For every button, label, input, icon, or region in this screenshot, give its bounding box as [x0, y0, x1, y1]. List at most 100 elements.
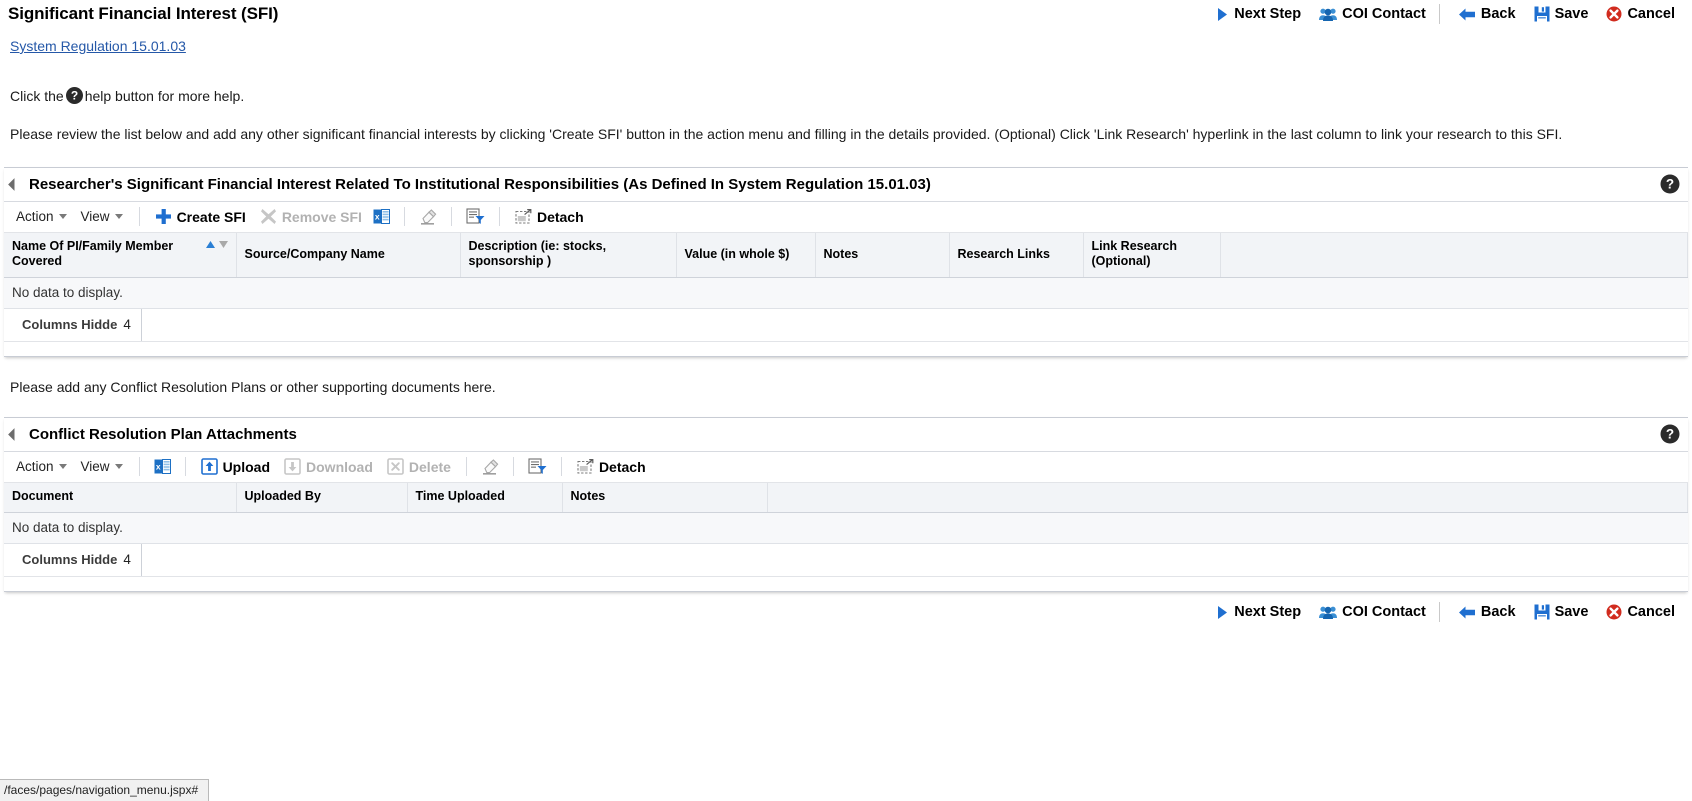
sfi-col-source[interactable]: Source/Company Name — [236, 233, 461, 278]
cancel-button[interactable]: Cancel — [1606, 6, 1684, 22]
attachments-clear-filter-button[interactable] — [475, 457, 505, 476]
detach-window-icon — [515, 208, 532, 225]
sfi-col-name[interactable]: Name Of PI/Family Member Covered — [4, 233, 237, 278]
sfi-columns-hidden-count: 4 — [123, 317, 131, 332]
attachments-collapse-toggle[interactable] — [8, 427, 21, 441]
detach-window-icon — [577, 458, 594, 475]
close-circle-x-icon — [1606, 604, 1622, 620]
next-step-button-bottom[interactable]: Next Step — [1216, 604, 1310, 620]
people-group-icon — [1319, 605, 1338, 620]
toolbar-divider — [403, 207, 405, 226]
bottom-action-bar: Next Step COI Contact Back Save Cancel — [0, 592, 1692, 622]
delete-x-box-icon — [387, 458, 404, 475]
attachments-panel-footer — [4, 577, 1688, 591]
export-to-excel-button[interactable]: x — [369, 207, 396, 226]
coi-contact-button[interactable]: COI Contact — [1319, 6, 1435, 22]
floppy-disk-save-icon — [1534, 6, 1550, 22]
help-prefix-text: Click the — [10, 87, 64, 104]
sfi-columns-hidden-label: Columns Hidde — [22, 317, 118, 332]
sort-controls[interactable] — [205, 239, 229, 249]
attachments-col-filler — [767, 483, 1688, 513]
save-button-bottom[interactable]: Save — [1534, 604, 1598, 620]
attachments-no-data-text: No data to display. — [4, 512, 1688, 544]
eraser-icon — [481, 458, 499, 475]
next-step-label-bottom: Next Step — [1234, 604, 1302, 620]
create-sfi-button[interactable]: Create SFI — [148, 207, 253, 226]
sfi-col-value[interactable]: Value (in whole $) — [676, 233, 816, 278]
attachments-columns-hidden-count: 4 — [123, 552, 131, 567]
sfi-table-header-row: Name Of PI/Family Member Covered Source/… — [4, 233, 1688, 278]
cancel-label-bottom: Cancel — [1627, 604, 1675, 620]
create-sfi-label: Create SFI — [176, 208, 246, 225]
sfi-panel-footer — [4, 342, 1688, 356]
sort-desc-icon — [218, 241, 228, 248]
toolbar-divider — [560, 457, 562, 476]
help-question-icon[interactable]: ? — [65, 87, 83, 104]
attachments-export-to-excel-button[interactable]: x — [148, 457, 177, 476]
top-action-bar: Next Step COI Contact Back Save Cancel — [1216, 4, 1684, 24]
save-label-bottom: Save — [1554, 604, 1589, 620]
attachments-detach-button[interactable]: Detach — [570, 458, 653, 476]
attachments-col-notes[interactable]: Notes — [562, 483, 768, 513]
attachments-action-label: Action — [16, 459, 54, 474]
attachments-col-uploaded-by[interactable]: Uploaded By — [236, 483, 408, 513]
svg-text:x: x — [375, 211, 380, 221]
attachments-view-menu[interactable]: View — [75, 457, 131, 476]
attachments-help-icon[interactable]: ? — [1660, 424, 1680, 444]
sfi-panel-title: Researcher's Significant Financial Inter… — [29, 175, 931, 193]
svg-text:x: x — [155, 461, 160, 471]
upload-arrow-icon — [200, 458, 218, 475]
query-by-example-button[interactable] — [460, 207, 491, 226]
coi-contact-label-bottom: COI Contact — [1342, 604, 1426, 620]
attachments-toolbar: Action View x Upload Download Delete Det… — [4, 452, 1688, 483]
delete-button: Delete — [380, 457, 458, 476]
sfi-help-icon[interactable]: ? — [1660, 174, 1680, 194]
sfi-col-description[interactable]: Description (ie: stocks, sponsorship ) — [460, 233, 677, 278]
sfi-col-name-label: Name Of PI/Family Member Covered — [12, 239, 174, 268]
svg-text:?: ? — [71, 89, 78, 103]
sfi-empty-row: No data to display. — [4, 277, 1688, 309]
back-button[interactable]: Back — [1458, 6, 1525, 22]
upload-button[interactable]: Upload — [194, 457, 277, 476]
excel-export-icon: x — [373, 208, 390, 225]
sfi-view-menu[interactable]: View — [75, 207, 131, 226]
sfi-col-filler — [1220, 233, 1688, 278]
attachments-columns-hidden[interactable]: Columns Hidde 4 — [4, 544, 142, 576]
attachments-table: Document Uploaded By Time Uploaded Notes… — [4, 483, 1688, 544]
sfi-columns-hidden-row: Columns Hidde 4 — [4, 309, 1688, 342]
attachments-table-header-row: Document Uploaded By Time Uploaded Notes — [4, 483, 1688, 513]
save-button[interactable]: Save — [1534, 6, 1598, 22]
arrow-left-icon — [1458, 7, 1476, 22]
sfi-col-research-links[interactable]: Research Links — [949, 233, 1084, 278]
sfi-collapse-toggle[interactable] — [8, 177, 21, 191]
toolbar-divider — [138, 457, 140, 476]
arrow-left-icon — [1458, 605, 1476, 620]
attachments-query-by-example-button[interactable] — [522, 457, 553, 476]
cancel-label: Cancel — [1627, 6, 1675, 22]
page-title: Significant Financial Interest (SFI) — [8, 4, 279, 23]
sfi-action-menu[interactable]: Action — [10, 207, 75, 226]
toolbar-divider — [498, 207, 500, 226]
system-regulation-link[interactable]: System Regulation 15.01.03 — [10, 38, 186, 54]
toolbar-divider — [465, 457, 467, 476]
attachments-col-document[interactable]: Document — [4, 483, 237, 513]
toolbar-divider — [138, 207, 140, 226]
sfi-col-notes[interactable]: Notes — [815, 233, 950, 278]
attachments-col-time-uploaded[interactable]: Time Uploaded — [407, 483, 563, 513]
svg-text:?: ? — [1666, 427, 1674, 442]
sfi-columns-hidden[interactable]: Columns Hidde 4 — [4, 309, 142, 341]
download-button: Download — [277, 457, 380, 476]
action-divider — [1438, 602, 1440, 622]
coi-contact-button-bottom[interactable]: COI Contact — [1319, 604, 1435, 620]
next-step-button[interactable]: Next Step — [1216, 6, 1310, 22]
detach-button[interactable]: Detach — [508, 208, 591, 226]
toolbar-divider — [184, 457, 186, 476]
clear-filter-button[interactable] — [413, 207, 443, 226]
chevron-down-icon — [58, 214, 67, 219]
attachments-panel-title: Conflict Resolution Plan Attachments — [29, 425, 297, 443]
sfi-col-link-research[interactable]: Link Research (Optional) — [1083, 233, 1221, 278]
attachments-action-menu[interactable]: Action — [10, 457, 75, 476]
back-button-bottom[interactable]: Back — [1458, 604, 1525, 620]
toolbar-divider — [512, 457, 514, 476]
cancel-button-bottom[interactable]: Cancel — [1606, 604, 1684, 620]
